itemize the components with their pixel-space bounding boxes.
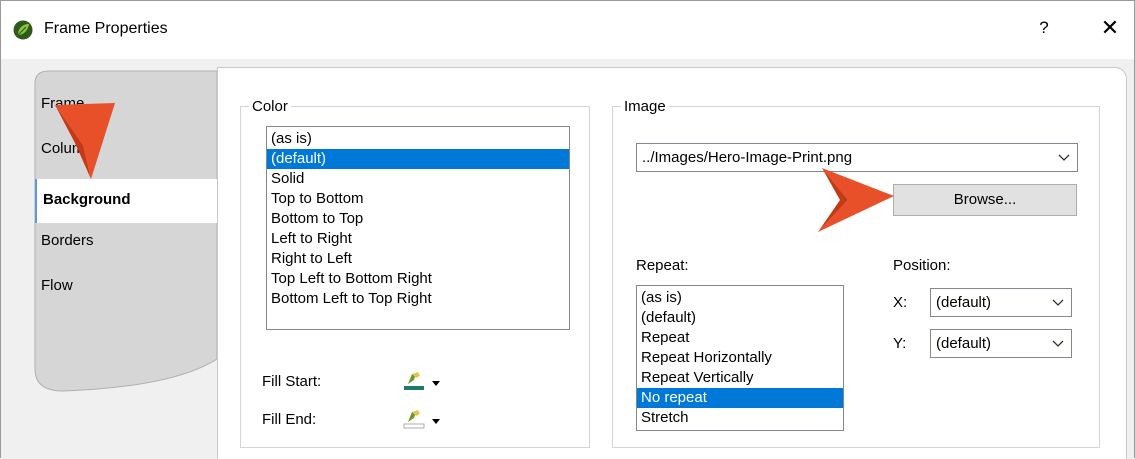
dropdown-caret-icon (432, 419, 440, 424)
fill-end-label: Fill End: (262, 411, 317, 428)
repeat-option[interactable]: Repeat Vertically (637, 368, 843, 388)
browse-button[interactable]: Browse... (893, 184, 1077, 216)
paint-brush-icon (408, 410, 420, 422)
close-button[interactable]: ✕ (1098, 15, 1122, 41)
paint-brush-icon (408, 372, 420, 384)
window-title: Frame Properties (44, 20, 168, 37)
repeat-option-selected[interactable]: No repeat (637, 388, 843, 408)
frame-properties-dialog: Frame Properties ? ✕ Frame Columns Backg… (0, 0, 1135, 459)
position-x-combobox[interactable]: (default) (930, 288, 1072, 317)
repeat-option[interactable]: Repeat (637, 328, 843, 348)
color-option[interactable]: Bottom Left to Top Right (267, 289, 569, 309)
dropdown-caret-icon (432, 381, 440, 386)
image-group-legend: Image (624, 98, 666, 115)
position-y-combobox[interactable]: (default) (930, 329, 1072, 358)
repeat-option[interactable]: (as is) (637, 288, 843, 308)
position-x-label: X: (893, 294, 908, 311)
color-option[interactable]: Left to Right (267, 229, 569, 249)
repeat-listbox[interactable]: (as is) (default) Repeat Repeat Horizont… (636, 285, 844, 431)
color-option[interactable]: Solid (267, 169, 569, 189)
chevron-down-icon (1058, 154, 1070, 161)
fill-start-color-picker[interactable] (402, 370, 446, 392)
repeat-option[interactable]: Stretch (637, 408, 843, 428)
repeat-option[interactable]: Repeat Horizontally (637, 348, 843, 368)
dialog-client-area: Frame Columns Background Borders Flow Co… (1, 59, 1134, 459)
color-option[interactable]: Top to Bottom (267, 189, 569, 209)
position-x-value: (default) (936, 294, 992, 311)
fill-end-color-picker[interactable] (402, 408, 446, 430)
image-path-value: ../Images/Hero-Image-Print.png (642, 149, 853, 166)
title-bar: Frame Properties ? ✕ (1, 1, 1134, 59)
tab-background[interactable]: Background (35, 179, 217, 223)
fill-start-label: Fill Start: (262, 373, 322, 390)
position-y-label: Y: (893, 335, 907, 352)
chevron-down-icon (1052, 299, 1064, 306)
callout-arrow-tabs-icon (55, 103, 115, 179)
tab-flow[interactable]: Flow (41, 277, 73, 294)
tab-borders[interactable]: Borders (41, 232, 94, 249)
chevron-down-icon (1052, 340, 1064, 347)
color-option[interactable]: (as is) (267, 129, 569, 149)
callout-arrow-browse-icon (818, 168, 894, 232)
app-leaf-icon (13, 20, 33, 40)
help-button[interactable]: ? (1034, 18, 1054, 38)
color-option[interactable]: Right to Left (267, 249, 569, 269)
color-option[interactable]: Top Left to Bottom Right (267, 269, 569, 289)
repeat-option[interactable]: (default) (637, 308, 843, 328)
position-y-value: (default) (936, 335, 992, 352)
tab-background-label: Background (43, 191, 131, 208)
color-listbox[interactable]: (as is) (default) Solid Top to Bottom Bo… (266, 126, 570, 330)
repeat-label: Repeat: (636, 257, 689, 274)
color-option[interactable]: Bottom to Top (267, 209, 569, 229)
background-tab-panel: Color (as is) (default) Solid Top to Bot… (217, 67, 1127, 459)
color-group-legend: Color (252, 98, 288, 115)
color-option-selected[interactable]: (default) (267, 149, 569, 169)
position-label: Position: (893, 257, 951, 274)
